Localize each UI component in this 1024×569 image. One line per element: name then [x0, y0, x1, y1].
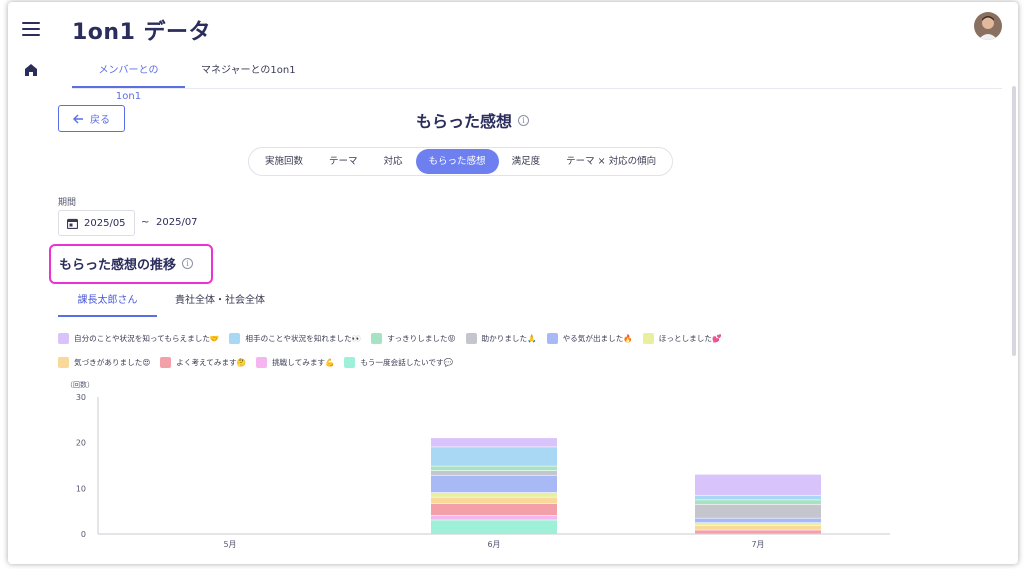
legend-label: すっきりしました😝: [387, 333, 456, 343]
bar-segment: [431, 520, 557, 534]
bar-segment: [431, 466, 557, 471]
bar-segment: [695, 495, 821, 500]
legend-label: もう一度会話したいです💬: [360, 357, 454, 367]
y-tick-label: 20: [76, 439, 86, 448]
view-segment-control: 実施回数 テーマ 対応 もらった感想 満足度 テーマ × 対応の傾向: [248, 147, 674, 176]
legend-swatch: [160, 356, 172, 368]
legend-label: ほっとしました💕: [658, 333, 722, 343]
legend-label: 挑戦してみます💪: [272, 357, 335, 367]
user-avatar[interactable]: [974, 12, 1002, 40]
legend-label: 相手のことや状況を知れました👀: [245, 333, 362, 343]
legend-item[interactable]: ほっとしました💕: [642, 332, 722, 344]
info-icon[interactable]: i: [518, 114, 530, 126]
start-date-value: 2025/05: [84, 217, 126, 229]
legend-swatch: [642, 332, 654, 344]
bar-segment: [431, 438, 557, 447]
segment-response[interactable]: 対応: [371, 149, 416, 174]
legend-swatch: [256, 356, 268, 368]
x-tick-label: 7月: [751, 540, 764, 549]
section-title-text: もらった感想の推移: [59, 258, 177, 273]
legend-swatch: [344, 356, 356, 368]
period-label: 期間: [58, 198, 77, 208]
back-button[interactable]: 戻る: [58, 105, 125, 132]
end-date-value[interactable]: 2025/07: [156, 217, 198, 228]
tab-member-1on1[interactable]: メンバーとの1on1: [72, 58, 185, 102]
bar-segment: [695, 474, 821, 496]
section-title: もらった感想の推移 i: [59, 254, 194, 273]
tab-manager-1on1[interactable]: マネジャーとの1on1: [185, 58, 312, 88]
segment-theme[interactable]: テーマ: [316, 149, 371, 174]
bar-segment: [695, 530, 821, 534]
segment-count[interactable]: 実施回数: [252, 149, 316, 174]
sub-tabs: 課長太郎さん 貴社全体・社会全体: [58, 292, 283, 317]
legend-item[interactable]: やる気が出ました🔥: [546, 332, 633, 344]
bar-segment: [431, 447, 557, 466]
y-tick-label: 30: [76, 393, 86, 402]
bar-segment: [695, 504, 821, 518]
x-tick-label: 6月: [487, 540, 500, 549]
legend-item[interactable]: 気づきがありました😍: [58, 356, 150, 368]
subtab-company-society[interactable]: 貴社全体・社会全体: [157, 292, 283, 317]
legend-swatch: [58, 332, 69, 344]
bar-segment: [431, 497, 557, 504]
hamburger-menu-icon[interactable]: [22, 22, 40, 36]
legend-swatch: [465, 332, 477, 344]
y-tick-label: 0: [81, 530, 86, 539]
legend-item[interactable]: 助かりました🙏: [465, 332, 537, 344]
stacked-bar-chart: 0 10 20 30 5月 6月 7月: [76, 393, 890, 549]
home-icon[interactable]: [24, 63, 38, 77]
segment-satisfaction[interactable]: 満足度: [499, 149, 554, 174]
app-window: 1on1 データ メンバーとの1on1 マネジャーとの1on1 戻る もらった感…: [8, 2, 1018, 564]
legend-item[interactable]: 相手のことや状況を知れました👀: [229, 332, 361, 344]
arrow-left-icon: [73, 114, 83, 123]
period-separator: ~: [141, 217, 150, 228]
bar-segment: [431, 475, 557, 493]
subtab-person[interactable]: 課長太郎さん: [58, 292, 157, 317]
scrollbar[interactable]: [1012, 86, 1016, 356]
legend-item[interactable]: 自分のことや状況を知ってもらえました🤝: [58, 332, 219, 344]
bar-segment: [695, 523, 821, 526]
legend-label: 自分のことや状況を知ってもらえました🤝: [74, 333, 220, 343]
legend-swatch: [58, 356, 69, 368]
bar-segment: [695, 525, 821, 530]
legend-swatch: [229, 332, 241, 344]
bar-segment: [431, 492, 557, 497]
chart-legend: 自分のことや状況を知ってもらえました🤝 相手のことや状況を知れました👀 すっきりしま…: [58, 332, 818, 368]
y-tick-label: 10: [76, 484, 86, 493]
legend-item[interactable]: よく考えてみます🤔: [160, 356, 246, 368]
top-tabs: メンバーとの1on1 マネジャーとの1on1: [72, 58, 312, 102]
bar-segment: [695, 518, 821, 523]
bar-segment: [431, 515, 557, 520]
x-tick-label: 5月: [223, 540, 236, 549]
bar-segment: [431, 503, 557, 516]
legend-swatch: [546, 332, 558, 344]
legend-label: 気づきがありました😍: [74, 357, 151, 367]
app-title: 1on1 データ: [72, 20, 212, 45]
legend-item[interactable]: もう一度会話したいです💬: [344, 356, 453, 368]
page-title: もらった感想 i: [416, 108, 530, 132]
segment-feedback[interactable]: もらった感想: [415, 149, 499, 174]
section-info-icon[interactable]: i: [182, 258, 194, 269]
tabs-divider: [72, 88, 1002, 89]
segment-theme-response-trend[interactable]: テーマ × 対応の傾向: [553, 149, 669, 174]
bar-segment: [431, 470, 557, 475]
legend-label: よく考えてみます🤔: [176, 357, 247, 367]
legend-swatch: [371, 332, 383, 344]
legend-label: 助かりました🙏: [481, 333, 537, 343]
legend-label: やる気が出ました🔥: [562, 333, 633, 343]
start-date-picker[interactable]: 2025/05: [58, 210, 135, 236]
legend-item[interactable]: 挑戦してみます💪: [256, 356, 334, 368]
bar-segment: [695, 500, 821, 505]
calendar-icon: [67, 218, 78, 229]
page-title-text: もらった感想: [416, 112, 513, 131]
legend-item[interactable]: すっきりしました😝: [371, 332, 456, 344]
back-button-label: 戻る: [90, 115, 110, 126]
